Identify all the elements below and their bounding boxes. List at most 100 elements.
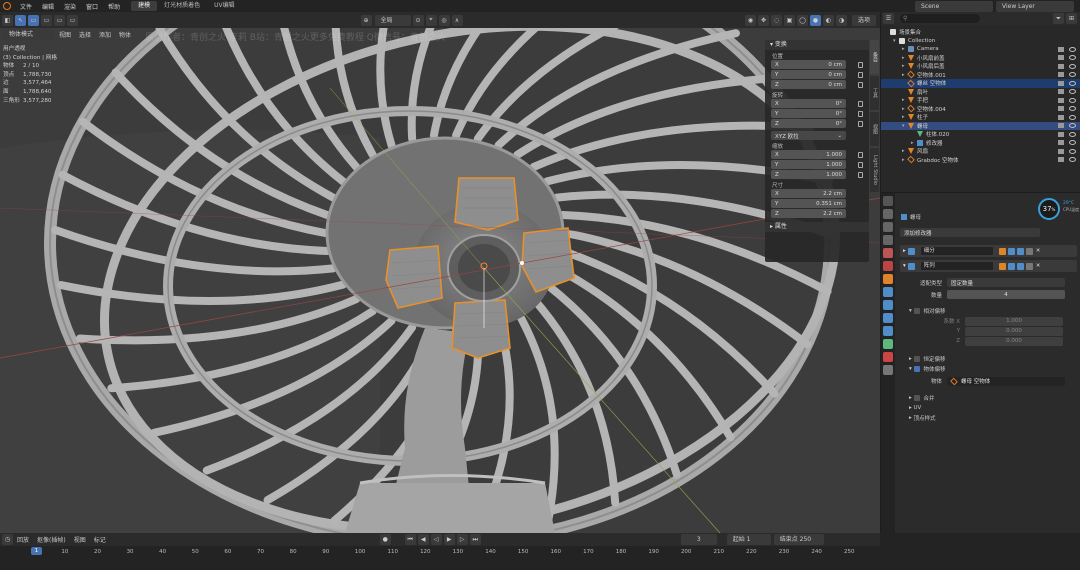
object-tab-icon[interactable]: [883, 274, 893, 284]
location-z-field[interactable]: Z 0 cm: [771, 80, 846, 89]
render-camera-icon[interactable]: [1058, 157, 1064, 163]
filter-icon[interactable]: ⏷: [1053, 13, 1064, 24]
rotation-x-field[interactable]: X 0°: [771, 99, 846, 108]
lock-icon[interactable]: [858, 111, 863, 117]
editor-type-icon[interactable]: ◧: [2, 14, 13, 26]
view-layer-selector[interactable]: View Layer: [996, 0, 1074, 12]
lock-icon[interactable]: [858, 62, 863, 68]
factor-z-field[interactable]: 0.000: [965, 336, 1063, 346]
merge-row[interactable]: ▸ 合并: [897, 393, 1080, 403]
relative-offset-checkbox[interactable]: [913, 308, 920, 314]
dimensions-x-field[interactable]: X 2.2 cm: [771, 189, 846, 198]
select-subtract-icon[interactable]: ▭: [54, 14, 65, 26]
eye-icon[interactable]: [1069, 114, 1076, 120]
orientation-icon[interactable]: ⊕: [360, 14, 372, 26]
render-camera-icon[interactable]: [1058, 55, 1064, 61]
menu-keying[interactable]: 抠像(插帧): [33, 535, 70, 544]
play-reverse-icon[interactable]: ◁: [430, 534, 442, 545]
rotation-z-field[interactable]: Z 0°: [771, 119, 846, 128]
end-frame-field[interactable]: 结束点 250: [773, 534, 824, 545]
menu-select[interactable]: 选择: [75, 30, 95, 39]
outliner-item[interactable]: ▸ 修改器: [881, 139, 1080, 148]
select-tool-icon[interactable]: ↖: [15, 14, 26, 26]
eye-icon[interactable]: [1069, 80, 1076, 86]
mode-dropdown[interactable]: 物体模式: [3, 29, 55, 40]
modifier-array[interactable]: ▾ 阵列 ✕: [900, 260, 1077, 272]
outliner-item[interactable]: ▸ 手把: [881, 96, 1080, 105]
object-offset-checkbox[interactable]: [913, 366, 920, 372]
menu-render[interactable]: 渲染: [59, 2, 81, 11]
edit-mode-icon[interactable]: [998, 247, 1006, 255]
eye-icon[interactable]: [1069, 106, 1076, 112]
eye-icon[interactable]: [1069, 55, 1076, 61]
object-offset-row[interactable]: ▾ 物体偏移: [897, 364, 1080, 374]
outliner-item[interactable]: 场景集合: [881, 28, 1080, 37]
shading-solid-icon[interactable]: ●: [810, 14, 821, 26]
render-camera-icon[interactable]: [1058, 80, 1064, 86]
realtime-icon[interactable]: [1007, 247, 1015, 255]
outliner-item[interactable]: ▸ 小风扇后盖: [881, 62, 1080, 71]
view-layer-tab-icon[interactable]: [883, 235, 893, 245]
scale-y-field[interactable]: Y 1.000: [771, 160, 846, 169]
render-camera-icon[interactable]: [1058, 106, 1064, 112]
proportional-edit-icon[interactable]: ◎: [438, 14, 450, 26]
tab-lighting-shading[interactable]: 灯光材质着色: [157, 1, 207, 11]
outliner-item[interactable]: ▸ Grabdoc 空物体: [881, 155, 1080, 165]
collapse-icon[interactable]: ▸: [903, 248, 906, 254]
xray-icon[interactable]: ▣: [784, 14, 795, 26]
orientation-dropdown[interactable]: 全局: [374, 14, 411, 26]
output-tab-icon[interactable]: [883, 222, 893, 232]
menu-timeline-view[interactable]: 视图: [70, 535, 90, 544]
render-camera-icon[interactable]: [1058, 97, 1064, 103]
render-camera-icon[interactable]: [1058, 123, 1064, 129]
location-y-field[interactable]: Y 0 cm: [771, 70, 846, 79]
tab-uv-editing[interactable]: UV编辑: [207, 1, 242, 11]
dimensions-y-field[interactable]: Y 0.351 cm: [771, 199, 846, 208]
render-camera-icon[interactable]: [1058, 63, 1064, 69]
count-field[interactable]: 4: [947, 290, 1065, 299]
falloff-icon[interactable]: ∧: [451, 14, 463, 26]
outliner-item[interactable]: ▸ 小风扇前盖: [881, 54, 1080, 63]
shading-material-icon[interactable]: ◐: [823, 14, 834, 26]
record-icon[interactable]: ●: [379, 534, 391, 545]
start-frame-field[interactable]: 起始 1: [726, 534, 771, 545]
modifier-tab-icon[interactable]: [883, 287, 893, 297]
menu-view[interactable]: 视图: [55, 30, 75, 39]
factor-y-field[interactable]: 0.000: [965, 326, 1063, 336]
lock-icon[interactable]: [858, 101, 863, 107]
options-dropdown[interactable]: 选项: [852, 14, 877, 26]
eye-icon[interactable]: [1069, 89, 1076, 95]
dimensions-z-field[interactable]: Z 2.2 cm: [771, 209, 846, 218]
prev-keyframe-icon[interactable]: ◀: [417, 534, 429, 545]
render-camera-icon[interactable]: [1058, 131, 1064, 137]
add-modifier-dropdown[interactable]: 添加修改器: [900, 228, 1040, 237]
current-frame-field[interactable]: 3: [680, 534, 717, 545]
lock-icon[interactable]: [858, 172, 863, 178]
constant-offset-row[interactable]: ▸ 恒定偏移: [897, 354, 1080, 364]
render-camera-icon[interactable]: [1058, 148, 1064, 154]
render-camera-icon[interactable]: [1058, 89, 1064, 95]
sidebar-tab-view[interactable]: 视图: [870, 112, 879, 146]
eye-icon[interactable]: [1069, 157, 1076, 163]
render-camera-icon[interactable]: [1058, 140, 1064, 146]
select-extend-icon[interactable]: ▭: [41, 14, 52, 26]
eye-icon[interactable]: [1069, 46, 1076, 52]
properties-section-header[interactable]: ▸ 属性: [765, 222, 869, 232]
outliner-item[interactable]: 螺丝 空物体: [881, 79, 1080, 88]
modifier-name-subdivision[interactable]: 细分: [920, 247, 993, 255]
scale-z-field[interactable]: Z 1.000: [771, 170, 846, 179]
sidebar-tab-item[interactable]: 条目: [870, 40, 879, 74]
rotation-y-field[interactable]: Y 0°: [771, 109, 846, 118]
lock-icon[interactable]: [858, 82, 863, 88]
play-icon[interactable]: ▶: [443, 534, 455, 545]
rotation-mode-dropdown[interactable]: XYZ 欧拉 ⌄: [771, 131, 846, 140]
render-camera-icon[interactable]: [1058, 114, 1064, 120]
modifier-subdivision[interactable]: ▸ 细分 ✕: [900, 245, 1077, 257]
select-invert-icon[interactable]: ▭: [67, 14, 78, 26]
eye-icon[interactable]: [1069, 97, 1076, 103]
merge-checkbox[interactable]: [913, 395, 920, 401]
realtime-icon[interactable]: [1007, 262, 1015, 270]
relative-offset-row[interactable]: ▾ 相对偏移: [897, 306, 1080, 316]
shading-wireframe-icon[interactable]: ◯: [797, 14, 808, 26]
close-icon[interactable]: ✕: [1036, 263, 1041, 269]
